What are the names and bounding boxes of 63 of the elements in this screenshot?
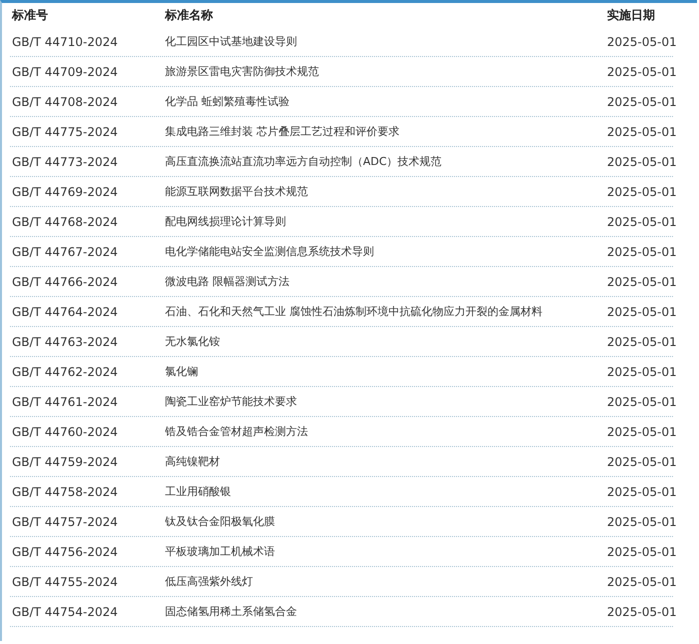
- table-cell-text: GB/T 44760-2024: [11, 424, 119, 438]
- table-cell-text: 2025-05-01: [606, 154, 677, 168]
- table-cell-text: GB/T 44755-2024: [11, 574, 119, 588]
- table-cell-text: GB/T 44709-2024: [11, 64, 119, 78]
- table-cell-text: 陶瓷工业窑炉节能技术要求: [164, 394, 298, 409]
- table-cell-text: 2025-05-01: [606, 274, 677, 288]
- table-cell-text: 2025-05-01: [606, 64, 677, 78]
- table-cell-text: GB/T 44773-2024: [11, 154, 119, 168]
- table-cell-text: GB/T 44769-2024: [11, 184, 119, 198]
- table-cell-text: 2025-05-01: [606, 424, 677, 438]
- table-cell-text: 平板玻璃加工机械术语: [164, 544, 276, 559]
- table-cell-text: 2025-05-01: [606, 484, 677, 498]
- table-cell-text: 2025-05-01: [606, 574, 677, 588]
- table-cell-text: 2025-05-01: [606, 214, 677, 228]
- table-cell-text: 2025-05-01: [606, 394, 677, 408]
- table-cell-text: 2025-05-01: [606, 34, 677, 48]
- table-cell-text: 电化学储能电站安全监测信息系统技术导则: [164, 244, 375, 259]
- table-cell-text: 2025-05-01: [606, 94, 677, 108]
- table-cell-text: 配电网线损理论计算导则: [164, 214, 287, 229]
- table-cell-text: 2025-05-01: [606, 304, 677, 318]
- table-cell-text: GB/T 44758-2024: [11, 484, 119, 498]
- table-cell-text: GB/T 44708-2024: [11, 94, 119, 108]
- column-header: 标准号: [10, 7, 49, 24]
- table-cell-text: 石油、石化和天然气工业 腐蚀性石油炼制环境中抗硫化物应力开裂的金属材料: [164, 304, 544, 319]
- table-cell-text: GB/T 44754-2024: [11, 604, 119, 618]
- table-cell-text: 高纯镍靶材: [164, 454, 221, 469]
- table-cell-text: GB/T 44767-2024: [11, 244, 119, 258]
- table-cell-text: GB/T 44761-2024: [11, 394, 119, 408]
- table-cell-text: GB/T 44763-2024: [11, 334, 119, 348]
- table-cell-text: 锆及锆合金管材超声检测方法: [164, 424, 309, 439]
- table-cell-text: GB/T 44766-2024: [11, 274, 119, 288]
- table-cell-text: 微波电路 限幅器测试方法: [164, 274, 290, 289]
- table-cell-text: 工业用硝酸银: [164, 484, 232, 499]
- table-cell-text: 2025-05-01: [606, 334, 677, 348]
- table-cell-text: GB/T 44710-2024: [11, 34, 119, 48]
- table-cell-text: 氯化镧: [164, 364, 199, 379]
- table-cell-text: 固态储氢用稀土系储氢合金: [164, 604, 298, 619]
- table-cell-text: 旅游景区雷电灾害防御技术规范: [164, 64, 320, 79]
- table-cell-text: 2025-05-01: [606, 514, 677, 528]
- table-cell-text: 化工园区中试基地建设导则: [164, 34, 298, 49]
- table-cell-text: 2025-05-01: [606, 124, 677, 138]
- table-cell-text: 低压高强紫外线灯: [164, 574, 254, 589]
- table-cell-text: 高压直流换流站直流功率远方自动控制（ADC）技术规范: [164, 154, 443, 169]
- table-cell-text: GB/T 44775-2024: [11, 124, 119, 138]
- table-cell-text: 2025-05-01: [606, 454, 677, 468]
- table-cell-text: GB/T 44759-2024: [11, 454, 119, 468]
- table-cell-text: 无水氯化铵: [164, 334, 221, 349]
- table-cell-text: GB/T 44764-2024: [11, 304, 119, 318]
- table-cell-text: 化学品 蚯蚓繁殖毒性试验: [164, 94, 290, 109]
- table-cell-text: GB/T 44757-2024: [11, 514, 119, 528]
- table-cell-text: GB/T 44768-2024: [11, 214, 119, 228]
- table-cell-text: 集成电路三维封装 芯片叠层工艺过程和评价要求: [164, 124, 400, 139]
- table-cell-text: 2025-05-01: [606, 544, 677, 558]
- column-header: 标准名称: [164, 7, 214, 24]
- table-cell-text: 钛及钛合金阳极氧化膜: [164, 514, 276, 529]
- table-cell-text: 2025-05-01: [606, 364, 677, 378]
- table-cell-text: 2025-05-01: [606, 184, 677, 198]
- table-cell-text: 2025-05-01: [606, 604, 677, 618]
- column-header: 实施日期: [606, 7, 656, 24]
- table-cell-text: 2025-05-01: [606, 244, 677, 258]
- table-cell-text: GB/T 44762-2024: [11, 364, 119, 378]
- table-cell-text: 能源互联网数据平台技术规范: [164, 184, 309, 199]
- table-cell-text: GB/T 44756-2024: [11, 544, 119, 558]
